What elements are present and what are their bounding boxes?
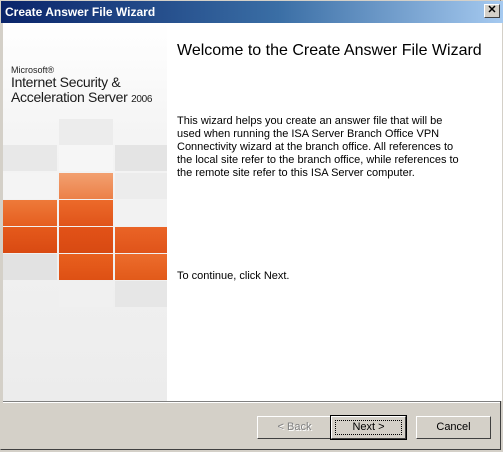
mosaic-tile <box>59 281 113 307</box>
mosaic-tile <box>3 227 57 253</box>
mosaic-tile <box>3 254 57 280</box>
mosaic-tile <box>115 145 167 171</box>
mosaic-tile <box>59 145 113 171</box>
close-icon: ✕ <box>487 4 497 16</box>
close-button[interactable]: ✕ <box>484 4 500 18</box>
window-title: Create Answer File Wizard <box>5 5 156 19</box>
mosaic-tile <box>115 254 167 280</box>
mosaic-tile <box>115 227 167 253</box>
focus-rect <box>335 420 402 435</box>
page-title: Welcome to the Create Answer File Wizard <box>177 42 482 59</box>
mosaic-tile <box>59 200 113 226</box>
cancel-button[interactable]: Cancel <box>416 416 491 439</box>
wizard-description: This wizard helps you create an answer f… <box>177 115 459 179</box>
mosaic-tile <box>3 200 57 226</box>
mosaic-tile <box>115 281 167 307</box>
mosaic-tile <box>115 173 167 199</box>
mosaic-tile <box>59 227 113 253</box>
wizard-window: Create Answer File Wizard ✕ Microsoft® I… <box>0 0 503 450</box>
back-button[interactable]: < Back <box>257 416 332 439</box>
mosaic-tile <box>115 200 167 226</box>
mosaic-tile <box>59 119 113 145</box>
footer-separator <box>3 401 500 403</box>
wizard-banner: Microsoft® Internet Security & Accelerat… <box>3 23 167 401</box>
product-name-line1: Internet Security & <box>11 74 121 90</box>
mosaic-tile <box>59 173 113 199</box>
mosaic-tile <box>59 254 113 280</box>
next-button[interactable]: Next > <box>330 415 407 440</box>
product-name-line2-text: Acceleration Server <box>11 89 128 105</box>
mosaic-tile <box>3 173 57 199</box>
continue-instruction: To continue, click Next. <box>177 270 290 282</box>
wizard-content: Welcome to the Create Answer File Wizard… <box>167 23 502 401</box>
mosaic-tile <box>3 145 57 171</box>
product-year: 2006 <box>131 94 153 105</box>
product-name-line2: Acceleration Server 2006 <box>11 89 152 105</box>
title-bar[interactable]: Create Answer File Wizard ✕ <box>1 1 503 23</box>
